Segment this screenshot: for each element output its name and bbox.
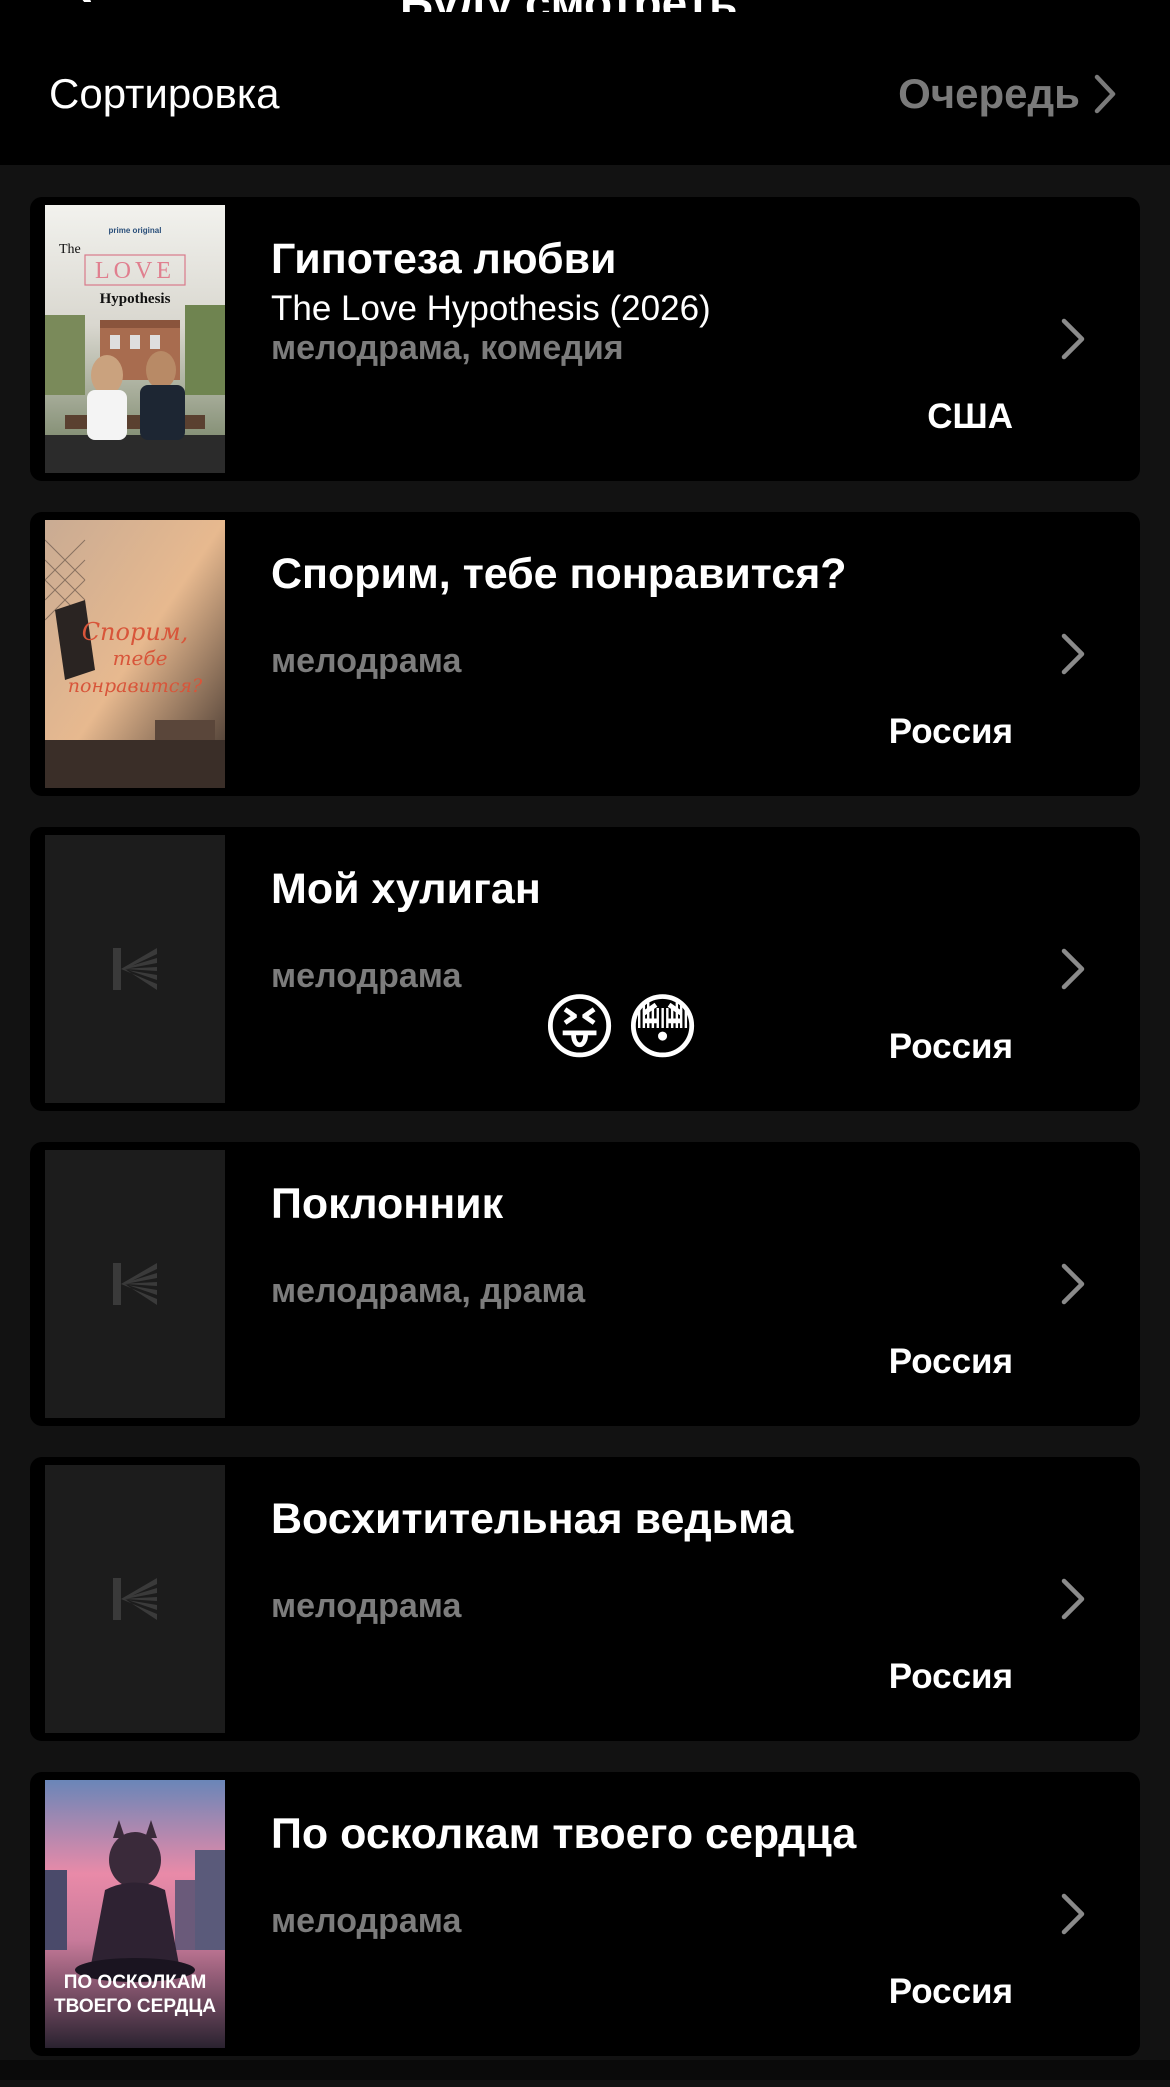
movie-poster xyxy=(45,1465,225,1733)
movie-country: Россия xyxy=(888,1972,1013,2011)
movie-poster: Спорим, тебе понравится? xyxy=(45,520,225,788)
chevron-right-icon xyxy=(1061,948,1085,990)
poster-title-line: The xyxy=(59,242,81,257)
movie-country: Россия xyxy=(888,1027,1013,1066)
poster-image: prime original The LOVE Hypothesis xyxy=(45,205,225,473)
poster-title-line: Спорим, xyxy=(82,618,189,646)
movie-card[interactable]: Поклонник мелодрама, драма Россия xyxy=(30,1142,1140,1426)
movie-poster: prime original The LOVE Hypothesis xyxy=(45,205,225,473)
movie-list: prime original The LOVE Hypothesis Гипот… xyxy=(30,197,1140,2087)
nav-bar-clipped: Буду смотреть xyxy=(0,0,1170,12)
chevron-right-icon xyxy=(1061,1578,1085,1620)
squinting-tongue-emoji-icon: 😝 xyxy=(542,985,618,1069)
movie-card[interactable]: Мой хулиган мелодрама 😝 😳 Россия xyxy=(30,827,1140,1111)
page-title: Буду смотреть xyxy=(400,0,737,12)
movie-title: Гипотеза любви xyxy=(271,235,617,283)
movie-title: Поклонник xyxy=(271,1180,504,1228)
poster-title-line: ТВОЕГО СЕРДЦА xyxy=(54,1996,216,2017)
flushed-face-emoji-icon: 😳 xyxy=(625,985,701,1069)
placeholder-logo-icon xyxy=(113,1263,157,1305)
movie-card[interactable]: Восхитительная ведьма мелодрама Россия xyxy=(30,1457,1140,1741)
movie-country: Россия xyxy=(888,1657,1013,1696)
chevron-right-icon xyxy=(1061,633,1085,675)
poster-title-line: ПО ОСКОЛКАМ xyxy=(64,1972,207,1993)
chevron-right-icon xyxy=(1094,74,1116,114)
queue-button[interactable]: Очередь xyxy=(898,70,1116,118)
movie-genres: мелодрама, комедия xyxy=(271,329,624,367)
movie-title: По осколкам твоего сердца xyxy=(271,1810,857,1858)
movie-original-title: The Love Hypothesis (2026) xyxy=(271,289,711,328)
movie-card[interactable]: prime original The LOVE Hypothesis Гипот… xyxy=(30,197,1140,481)
movie-country: США xyxy=(927,397,1013,436)
poster-title-line: тебе xyxy=(113,646,168,670)
movie-country: Россия xyxy=(888,712,1013,751)
movie-title: Восхитительная ведьма xyxy=(271,1495,794,1543)
movie-title: Спорим, тебе понравится? xyxy=(271,550,847,598)
placeholder-logo-icon xyxy=(113,948,157,990)
movie-genres: мелодрама xyxy=(271,1902,462,1940)
bottom-edge xyxy=(0,2060,1170,2080)
movie-card[interactable]: ПО ОСКОЛКАМ ТВОЕГО СЕРДЦА По осколкам тв… xyxy=(30,1772,1140,2056)
back-chevron-icon[interactable] xyxy=(60,0,100,2)
poster-brand-text: prime original xyxy=(109,226,162,235)
movie-genres: мелодрама, драма xyxy=(271,1272,586,1310)
movie-genres: мелодрама xyxy=(271,642,462,680)
poster-hypothesis-text: Hypothesis xyxy=(100,291,171,307)
movie-poster xyxy=(45,1150,225,1418)
queue-label: Очередь xyxy=(898,70,1080,117)
movie-country: Россия xyxy=(888,1342,1013,1381)
movie-card[interactable]: Спорим, тебе понравится? Спорим, тебе по… xyxy=(30,512,1140,796)
poster-love-text: LOVE xyxy=(95,258,175,284)
poster-title-line: понравится? xyxy=(68,675,203,697)
movie-genres: мелодрама xyxy=(271,957,462,995)
poster-image: Спорим, тебе понравится? xyxy=(45,520,225,788)
top-bar: Буду смотреть Сортировка Очередь xyxy=(0,0,1170,165)
movie-poster: ПО ОСКОЛКАМ ТВОЕГО СЕРДЦА xyxy=(45,1780,225,2048)
chevron-right-icon xyxy=(1061,1893,1085,1935)
chevron-right-icon xyxy=(1061,1263,1085,1305)
sort-button[interactable]: Сортировка xyxy=(49,70,280,118)
placeholder-logo-icon xyxy=(113,1578,157,1620)
movie-poster xyxy=(45,835,225,1103)
chevron-right-icon xyxy=(1061,318,1085,360)
movie-title: Мой хулиган xyxy=(271,865,541,913)
poster-image: ПО ОСКОЛКАМ ТВОЕГО СЕРДЦА xyxy=(45,1780,225,2048)
movie-genres: мелодрама xyxy=(271,1587,462,1625)
